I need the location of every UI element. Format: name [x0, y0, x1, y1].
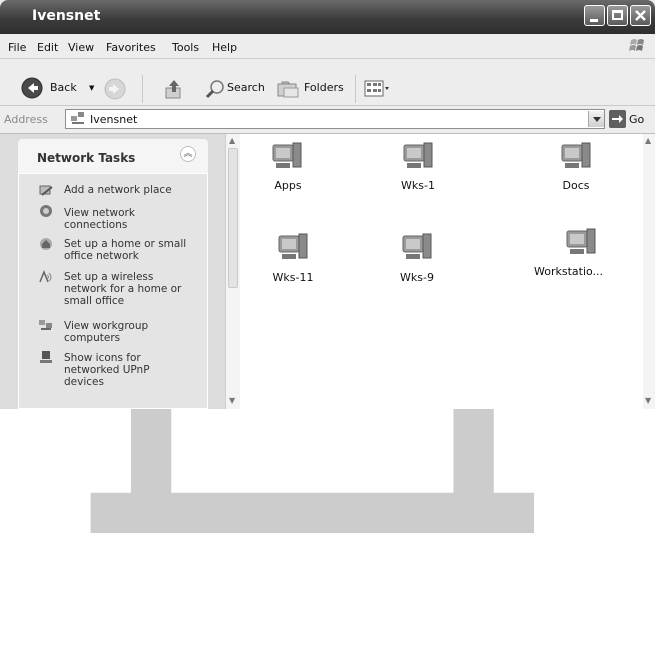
scrollbar-thumb[interactable] [228, 148, 238, 288]
close-icon [635, 10, 646, 21]
task-label[interactable]: network for a home or [64, 283, 181, 295]
computer-icon[interactable] [270, 139, 304, 173]
toolbar-separator [142, 75, 143, 103]
task-label[interactable]: Set up a home or small [64, 238, 186, 250]
home-network-icon [40, 238, 52, 250]
scroll-down-icon[interactable]: ▼ [645, 396, 651, 405]
computer-label[interactable]: Wks-1 [368, 179, 468, 192]
menu-help[interactable]: Help [212, 41, 237, 54]
go-label[interactable]: Go [629, 113, 644, 126]
task-setup-home-network[interactable]: Set up a home or small office network [64, 238, 186, 262]
address-label: Address [4, 113, 48, 126]
maximize-button[interactable] [607, 5, 628, 26]
computer-label[interactable]: Apps [238, 179, 338, 192]
add-network-place-icon [39, 185, 53, 196]
network-tasks-title[interactable]: Network Tasks [37, 151, 135, 165]
task-add-network-place[interactable]: Add a network place [64, 184, 172, 196]
computer-label[interactable]: Docs [526, 179, 626, 192]
menu-view[interactable]: View [68, 41, 94, 54]
computer-label[interactable]: Workstatio... [534, 265, 624, 278]
computer-icon[interactable] [564, 225, 598, 259]
address-dropdown-button[interactable] [588, 111, 604, 127]
network-connections-icon [40, 205, 52, 217]
task-label[interactable]: small office [64, 295, 124, 307]
computer-icon[interactable] [401, 139, 435, 173]
address-input[interactable] [65, 109, 605, 129]
computer-label[interactable]: Wks-11 [243, 271, 343, 284]
task-show-upnp-icons[interactable]: Show icons for networked UPnP devices [64, 352, 150, 388]
search-icon[interactable] [205, 79, 225, 99]
menu-file[interactable]: File [8, 41, 26, 54]
minimize-button[interactable] [584, 5, 605, 26]
task-label[interactable]: office network [64, 250, 139, 262]
back-button-label[interactable]: Back [50, 81, 77, 94]
go-arrow-icon [612, 115, 623, 123]
computer-label[interactable]: Wks-9 [367, 271, 467, 284]
explorer-window: Ivensnet File Edit View Favorites Tools … [0, 0, 655, 534]
folder-up-icon[interactable] [164, 78, 184, 100]
menu-tools[interactable]: Tools [172, 41, 199, 54]
scroll-down-icon[interactable]: ▼ [229, 396, 235, 405]
search-button-label[interactable]: Search [227, 81, 265, 94]
windows-logo-icon [629, 39, 644, 51]
task-setup-wireless-network[interactable]: Set up a wireless network for a home or sm… [64, 271, 181, 307]
collapse-chevron-icon[interactable]: ︽ [180, 146, 196, 162]
content-scrollbar[interactable] [643, 134, 655, 409]
window-title: Ivensnet [32, 8, 101, 24]
task-label[interactable]: View workgroup [64, 320, 148, 332]
task-label[interactable]: networked UPnP [64, 364, 150, 376]
task-label[interactable]: computers [64, 332, 120, 344]
computer-icon[interactable] [559, 139, 593, 173]
task-pane-scrollbar[interactable] [225, 134, 240, 409]
workgroup-computers-icon [39, 320, 52, 330]
toolbar-separator [355, 75, 356, 103]
menu-bar [0, 34, 655, 59]
views-icon[interactable] [364, 79, 390, 99]
task-label[interactable]: View network [64, 207, 135, 219]
address-value[interactable]: Ivensnet [90, 113, 137, 126]
task-label[interactable]: connections [64, 219, 127, 231]
scroll-up-icon[interactable]: ▲ [229, 136, 235, 145]
folders-icon[interactable] [276, 79, 300, 99]
back-dropdown-icon[interactable]: ▼ [89, 84, 94, 92]
task-label[interactable]: Add a network place [64, 184, 172, 196]
computer-icon[interactable] [400, 230, 434, 264]
forward-arrow-icon[interactable] [104, 78, 126, 100]
go-button[interactable] [609, 110, 626, 128]
scroll-up-icon[interactable]: ▲ [645, 136, 651, 145]
task-label[interactable]: devices [64, 376, 104, 388]
task-view-workgroup-computers[interactable]: View workgroup computers [64, 320, 148, 344]
network-icon [71, 112, 84, 124]
computer-icon[interactable] [276, 230, 310, 264]
task-label[interactable]: Show icons for [64, 352, 141, 364]
wireless-network-icon [39, 270, 52, 283]
upnp-devices-icon [40, 351, 52, 363]
menu-favorites[interactable]: Favorites [106, 41, 156, 54]
back-arrow-icon[interactable] [21, 77, 43, 99]
task-view-network-connections[interactable]: View network connections [64, 207, 135, 231]
task-label[interactable]: Set up a wireless [64, 271, 153, 283]
close-button[interactable] [630, 5, 651, 26]
menu-edit[interactable]: Edit [37, 41, 58, 54]
folders-button-label[interactable]: Folders [304, 81, 344, 94]
